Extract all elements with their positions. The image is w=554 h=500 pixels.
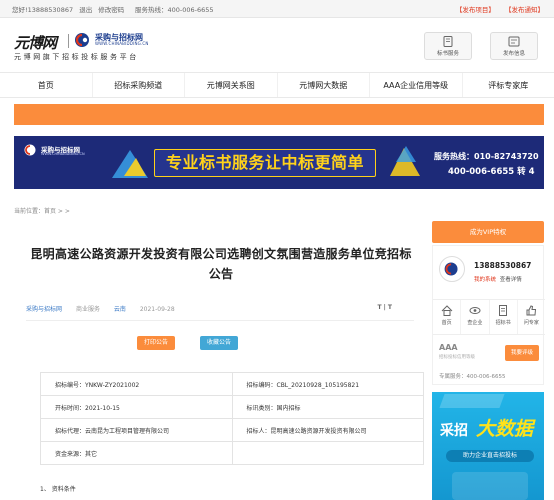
table-cell: 资金来源：其它 xyxy=(40,441,233,465)
welcome-text: 您好!13888530867 xyxy=(12,6,74,14)
quick-expert-label: 问专家 xyxy=(523,320,539,326)
font-size-toggle[interactable]: T | T xyxy=(377,304,392,311)
article-source[interactable]: 采购与招标网 xyxy=(26,306,62,313)
nav-item-expert-library[interactable]: 评标专家库 xyxy=(463,73,554,97)
top-user-links: 您好!13888530867 退出 修改密码 xyxy=(12,4,128,14)
view-detail-link[interactable]: 查看详情 xyxy=(500,277,522,283)
article-meta: 采购与招标网 商业服务 云南 2021-09-28 T | T xyxy=(26,304,414,318)
tender-service-label: 标书服务 xyxy=(436,51,459,57)
tender-doc-icon xyxy=(499,305,508,316)
page-title: 昆明高速公路资源开发投资有限公司选聘创文氛围营造服务单位竞招标公告 xyxy=(30,247,412,281)
banner-phone-2: 400-006-6655 转 4 xyxy=(448,167,535,177)
aaa-rating-title: AAA xyxy=(439,343,458,352)
table-cell: 招标代理：云南昆为工程项目管理有限公司 xyxy=(40,418,233,442)
article-panel: 昆明高速公路资源开发投资有限公司选聘创文氛围营造服务单位竞招标公告 采购与招标网… xyxy=(14,222,424,500)
table-cell xyxy=(231,441,424,465)
table-cell: 标讯类别：国内招标 xyxy=(231,395,424,419)
nav-item-relation-graph[interactable]: 元博网关系图 xyxy=(185,73,278,97)
bid-info-table: 招标编号：YNKW-ZY2021002 招标编码：CBL_20210928_10… xyxy=(40,372,424,465)
table-cell: 招标编号：YNKW-ZY2021002 xyxy=(40,372,233,396)
publish-info-button[interactable]: 发布信息 xyxy=(490,32,538,60)
banner-logo-url: WWW.CHINABIDDING.CN xyxy=(41,152,85,156)
quick-expert[interactable]: 问专家 xyxy=(518,300,545,334)
exclusive-hotline: 专属服务：400-006-6655 xyxy=(439,374,506,380)
ad-tagline: 助力企业直击招投标 xyxy=(446,450,534,462)
thumbs-up-icon xyxy=(526,305,537,316)
chinabidding-logo-url: WWW.CHINABIDDING.CN xyxy=(95,41,149,46)
quick-company[interactable]: 查企业 xyxy=(461,300,490,334)
banner-logo-icon xyxy=(24,144,36,156)
ad-image-placeholder xyxy=(452,472,528,500)
banner-phone-1: 服务热线：010-82743720 xyxy=(434,152,539,161)
quick-tender-label: 招标书 xyxy=(495,320,511,326)
quick-icons: 首页 查企业 招标书 问专家 xyxy=(433,299,545,335)
article-category: 商业服务 xyxy=(75,306,100,313)
promo-strip[interactable] xyxy=(14,104,544,125)
eye-icon xyxy=(469,307,481,314)
top-bar: 您好!13888530867 退出 修改密码 服务热线：400-006-6655… xyxy=(0,0,554,18)
table-cell: 招标人：昆明高速公路资源开发投资有限公司 xyxy=(231,418,424,442)
service-banner[interactable]: 采购与招标网 WWW.CHINABIDDING.CN 专业标书服务让中标更简单 … xyxy=(14,136,544,189)
ad-word-2: 大数据 xyxy=(476,418,534,440)
top-publish-links: 【发布项目】 【发布通知】 xyxy=(448,4,544,14)
logout-link[interactable]: 退出 xyxy=(79,6,92,14)
table-cell: 开标时间：2021-10-15 xyxy=(40,395,233,419)
favorite-button[interactable]: 收藏公告 xyxy=(200,336,238,350)
nav-item-big-data[interactable]: 元博网大数据 xyxy=(278,73,370,97)
tender-service-button[interactable]: 标书服务 xyxy=(424,32,472,60)
section-heading: 1、 资料条件 xyxy=(40,486,76,493)
change-password-link[interactable]: 修改密码 xyxy=(98,6,124,14)
top-hotline: 服务热线：400-006-6655 xyxy=(135,6,214,14)
quick-company-label: 查企业 xyxy=(467,320,483,326)
chinabidding-logo-icon xyxy=(75,33,89,47)
publish-notice-link[interactable]: 【发布通知】 xyxy=(505,6,544,14)
article-region[interactable]: 云南 xyxy=(114,306,126,313)
document-icon xyxy=(443,36,453,47)
article-date: 2021-09-28 xyxy=(139,306,175,313)
vip-label: 成为VIP特权 xyxy=(469,228,507,236)
user-links: 我的系统 查看详情 xyxy=(474,275,522,283)
quick-home-label: 首页 xyxy=(441,320,452,326)
user-phone: 13888530867 xyxy=(474,261,532,270)
table-row: 开标时间：2021-10-15 标讯类别：国内招标 xyxy=(40,395,424,419)
publish-project-link[interactable]: 【发布项目】 xyxy=(456,6,495,14)
meta-divider xyxy=(26,320,414,321)
banner-slogan: 专业标书服务让中标更简单 xyxy=(165,153,364,172)
ad-word-1: 采招 xyxy=(440,423,468,439)
table-row: 招标编号：YNKW-ZY2021002 招标编码：CBL_20210928_10… xyxy=(40,372,424,396)
table-row: 招标代理：云南昆为工程项目管理有限公司 招标人：昆明高速公路资源开发投资有限公司 xyxy=(40,418,424,442)
aaa-rating-subtitle: 招标投标信用等级 xyxy=(439,355,475,360)
yuanbo-logo[interactable]: 元博网 xyxy=(14,32,64,52)
my-system-link[interactable]: 我的系统 xyxy=(474,277,496,283)
nav-item-home[interactable]: 首页 xyxy=(0,73,93,97)
user-card: 13888530867 我的系统 查看详情 首页 查企业 招标书 问专家 AAA… xyxy=(432,245,545,385)
quick-home[interactable]: 首页 xyxy=(433,300,462,334)
quick-tender[interactable]: 招标书 xyxy=(490,300,518,334)
logo-divider xyxy=(68,34,69,48)
become-vip-button[interactable]: 成为VIP特权 xyxy=(432,221,544,243)
main-nav: 首页 招标采购频道 元博网关系图 元博网大数据 AAA企业信用等级 评标专家库 xyxy=(0,72,554,98)
breadcrumb[interactable]: 当前位置：首页 > > xyxy=(14,206,70,215)
publish-icon xyxy=(508,36,520,47)
avatar[interactable] xyxy=(439,256,465,282)
header-slogan: 元博网旗下招标投标服务平台 xyxy=(14,53,139,61)
nav-item-bidding-channel[interactable]: 招标采购频道 xyxy=(93,73,185,97)
triangle-decoration-right-icon xyxy=(390,146,420,176)
home-icon xyxy=(441,305,452,316)
banner-slogan-box: 专业标书服务让中标更简单 xyxy=(154,149,376,177)
nav-item-credit-rating[interactable]: AAA企业信用等级 xyxy=(370,73,463,97)
table-row: 资金来源：其它 xyxy=(40,441,424,465)
publish-info-label: 发布信息 xyxy=(502,51,525,57)
ad-decoration xyxy=(439,394,505,408)
print-button[interactable]: 打印公告 xyxy=(137,336,175,350)
table-cell: 招标编码：CBL_20210928_105195821 xyxy=(231,372,424,396)
big-data-ad[interactable]: 采招 大数据 助力企业直击招投标 xyxy=(432,392,544,500)
triangle-decoration-icon xyxy=(112,150,148,178)
rate-me-button[interactable]: 我要评级 xyxy=(505,345,539,361)
site-header: 元博网 采购与招标网 WWW.CHINABIDDING.CN 元博网旗下招标投标… xyxy=(0,18,554,70)
